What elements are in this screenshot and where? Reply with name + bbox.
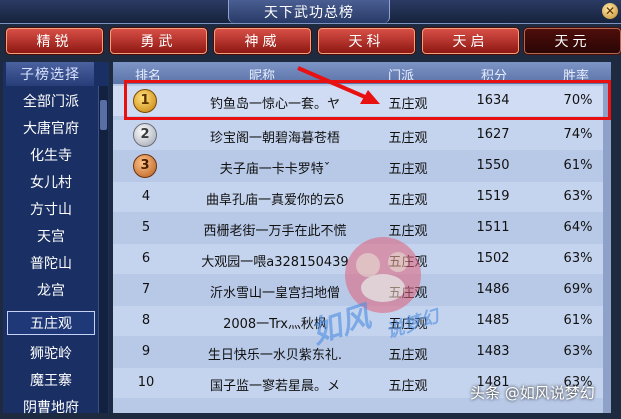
tab-jingrui[interactable]: 精锐 xyxy=(6,28,103,54)
tab-yongwu[interactable]: 勇武 xyxy=(110,28,207,54)
sidebar-item-all[interactable]: 全部门派 xyxy=(7,89,95,113)
sidebar-item-huasheng[interactable]: 化生寺 xyxy=(7,143,95,167)
close-button[interactable]: ✕ xyxy=(602,3,618,19)
player-score: 1519 xyxy=(476,189,510,204)
table-row[interactable]: 4 曲阜孔庙一真爱你的云δ 五庄观 1519 63% xyxy=(113,182,611,212)
player-name: 曲阜孔庙一真爱你的云δ xyxy=(206,193,344,208)
tab-tianqi[interactable]: 天启 xyxy=(422,28,519,54)
player-rank: 7 xyxy=(141,282,151,297)
tab-tianyuan[interactable]: 天元 xyxy=(524,28,621,54)
sidebar-item-mowang[interactable]: 魔王寨 xyxy=(7,368,95,392)
player-winrate: 69% xyxy=(563,282,593,297)
player-rank: 5 xyxy=(141,220,151,235)
player-winrate: 63% xyxy=(563,251,593,266)
player-winrate: 61% xyxy=(563,158,593,173)
table-row[interactable]: 2 珍宝阁一朝碧海暮苍梧 五庄观 1627 74% xyxy=(113,120,611,150)
player-school: 五庄观 xyxy=(388,193,428,208)
sidebar-scroll-thumb[interactable] xyxy=(100,100,107,130)
player-school: 五庄观 xyxy=(388,131,428,146)
player-name: 珍宝阁一朝碧海暮苍梧 xyxy=(209,131,340,146)
player-name: 国子监一寥若星晨。メ xyxy=(209,379,340,394)
sidebar-item-shituo[interactable]: 狮驼岭 xyxy=(7,341,95,365)
player-school: 五庄观 xyxy=(388,379,428,394)
sidebar-item-longgong[interactable]: 龙宫 xyxy=(7,278,95,302)
sidebar-item-putuo[interactable]: 普陀山 xyxy=(7,251,95,275)
red-arrow-icon xyxy=(297,66,380,104)
player-rank: 4 xyxy=(141,189,151,204)
player-rank: 6 xyxy=(141,251,151,266)
player-winrate: 74% xyxy=(563,127,593,142)
sidebar-item-nuer[interactable]: 女儿村 xyxy=(7,170,95,194)
rank-tabs: 精锐 勇武 神威 天科 天启 天元 xyxy=(0,28,621,56)
sidebar-item-datang[interactable]: 大唐官府 xyxy=(7,116,95,140)
player-winrate: 61% xyxy=(563,313,593,328)
player-name: 夫子庙一卡卡罗特ˇ xyxy=(219,162,331,177)
sidebar-item-yincao[interactable]: 阴曹地府 xyxy=(7,395,95,419)
player-winrate: 63% xyxy=(563,189,593,204)
window-title: 天下武功总榜 xyxy=(228,0,390,23)
title-bar: 天下武功总榜 ✕ xyxy=(0,0,621,24)
player-rank: 10 xyxy=(137,375,155,390)
source-credit: 头条 @如风说梦幻 xyxy=(470,384,595,402)
silver-medal-icon: 2 xyxy=(133,123,157,147)
bronze-medal-icon: 3 xyxy=(133,154,157,178)
sidebar-header: 子榜选择 xyxy=(6,62,94,86)
player-winrate: 64% xyxy=(563,220,593,235)
table-scrollbar[interactable] xyxy=(603,84,611,413)
player-rank: 8 xyxy=(141,313,151,328)
player-score: 1550 xyxy=(476,158,510,173)
table-row[interactable]: 3 夫子庙一卡卡罗特ˇ 五庄观 1550 61% xyxy=(113,151,611,181)
tab-shenwei[interactable]: 神威 xyxy=(214,28,311,54)
sub-list-sidebar: 子榜选择 全部门派 大唐官府 化生寺 女儿村 方寸山 天宫 普陀山 龙宫 五庄观… xyxy=(3,62,109,416)
player-rank: 9 xyxy=(141,344,151,359)
player-school: 五庄观 xyxy=(388,162,428,177)
sidebar-scrollbar[interactable] xyxy=(98,86,108,413)
player-score: 1627 xyxy=(476,127,510,142)
sidebar-item-tiangong[interactable]: 天宫 xyxy=(7,224,95,248)
tab-tianke[interactable]: 天科 xyxy=(318,28,415,54)
sidebar-item-fangcun[interactable]: 方寸山 xyxy=(7,197,95,221)
sidebar-item-wuzhuang[interactable]: 五庄观 xyxy=(7,311,95,335)
player-winrate: 63% xyxy=(563,344,593,359)
